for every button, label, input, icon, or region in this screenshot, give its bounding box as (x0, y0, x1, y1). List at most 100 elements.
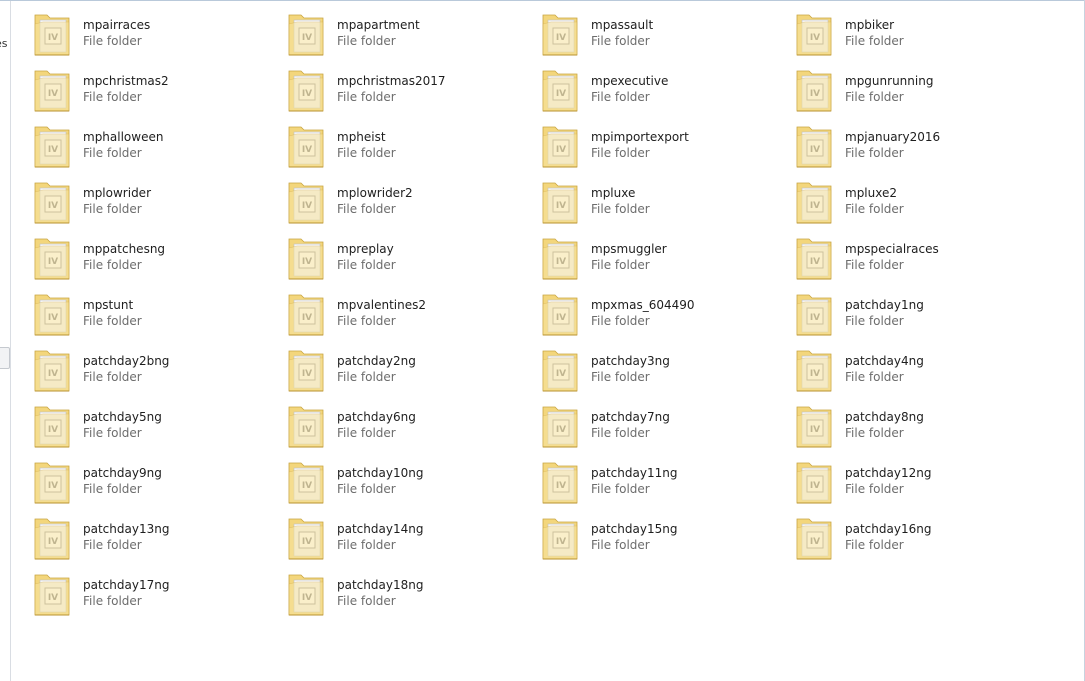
folder-type: File folder (83, 202, 142, 216)
folder-type: File folder (591, 482, 650, 496)
folder-name: mpchristmas2017 (337, 74, 446, 88)
folder-item-patchday7ng[interactable]: IV patchday7ng File folder (541, 400, 795, 456)
folder-item-patchday2ng[interactable]: IV patchday2ng File folder (287, 344, 541, 400)
folder-item-patchday2bng[interactable]: IV patchday2bng File folder (33, 344, 287, 400)
folder-name: mpreplay (337, 242, 394, 256)
folder-item-mpxmas_604490[interactable]: IV mpxmas_604490 File folder (541, 288, 795, 344)
folder-item-mpgunrunning[interactable]: IV mpgunrunning File folder (795, 64, 1049, 120)
folder-item-mpvalentines2[interactable]: IV mpvalentines2 File folder (287, 288, 541, 344)
folder-type: File folder (591, 426, 650, 440)
file-list-pane[interactable]: IV mpairraces File folder IV mpapartment… (11, 1, 1084, 681)
folder-name: patchday7ng (591, 410, 670, 424)
folder-icon: IV (288, 350, 324, 392)
folder-type: File folder (845, 34, 904, 48)
folder-name: patchday17ng (83, 578, 170, 592)
folder-icon: IV (34, 70, 70, 112)
folder-item-patchday6ng[interactable]: IV patchday6ng File folder (287, 400, 541, 456)
folder-item-mpsmuggler[interactable]: IV mpsmuggler File folder (541, 232, 795, 288)
folder-item-mplowrider[interactable]: IV mplowrider File folder (33, 176, 287, 232)
folder-item-mpairraces[interactable]: IV mpairraces File folder (33, 8, 287, 64)
folder-item-mphalloween[interactable]: IV mphalloween File folder (33, 120, 287, 176)
folder-item-patchday8ng[interactable]: IV patchday8ng File folder (795, 400, 1049, 456)
folder-name: mppatchesng (83, 242, 166, 256)
folder-icon: IV (288, 238, 324, 280)
folder-item-mpchristmas2017[interactable]: IV mpchristmas2017 File folder (287, 64, 541, 120)
folder-icon: IV (34, 406, 70, 448)
folder-item-patchday16ng[interactable]: IV patchday16ng File folder (795, 512, 1049, 568)
folder-item-patchday5ng[interactable]: IV patchday5ng File folder (33, 400, 287, 456)
folder-icon: IV (34, 350, 70, 392)
folder-item-mpstunt[interactable]: IV mpstunt File folder (33, 288, 287, 344)
folder-icon: IV (542, 238, 578, 280)
folder-name: patchday8ng (845, 410, 924, 424)
folder-type: File folder (83, 258, 142, 272)
folder-item-mpheist[interactable]: IV mpheist File folder (287, 120, 541, 176)
folder-type: File folder (83, 594, 142, 608)
folder-item-patchday3ng[interactable]: IV patchday3ng File folder (541, 344, 795, 400)
folder-name: patchday5ng (83, 410, 162, 424)
folder-item-patchday12ng[interactable]: IV patchday12ng File folder (795, 456, 1049, 512)
folder-name: patchday9ng (83, 466, 162, 480)
folder-name: mpspecialraces (845, 242, 939, 256)
folder-icon: IV (34, 14, 70, 56)
folder-icon: IV (796, 406, 832, 448)
folder-name: mpluxe2 (845, 186, 897, 200)
folder-item-mppatchesng[interactable]: IV mppatchesng File folder (33, 232, 287, 288)
folder-name: mpassault (591, 18, 654, 32)
folder-type: File folder (845, 370, 904, 384)
folder-icon: IV (542, 294, 578, 336)
folder-icon: IV (542, 70, 578, 112)
folder-type: File folder (337, 202, 396, 216)
folder-type: File folder (591, 538, 650, 552)
folder-item-patchday1ng[interactable]: IV patchday1ng File folder (795, 288, 1049, 344)
navigation-pane[interactable]: es (0, 1, 11, 681)
folder-item-mplowrider2[interactable]: IV mplowrider2 File folder (287, 176, 541, 232)
folder-item-mpchristmas2[interactable]: IV mpchristmas2 File folder (33, 64, 287, 120)
folder-item-patchday15ng[interactable]: IV patchday15ng File folder (541, 512, 795, 568)
folder-item-patchday11ng[interactable]: IV patchday11ng File folder (541, 456, 795, 512)
folder-item-patchday10ng[interactable]: IV patchday10ng File folder (287, 456, 541, 512)
folder-item-mpbiker[interactable]: IV mpbiker File folder (795, 8, 1049, 64)
folder-type: File folder (83, 146, 142, 160)
folder-type: File folder (591, 258, 650, 272)
folder-icon: IV (34, 518, 70, 560)
folder-item-mpapartment[interactable]: IV mpapartment File folder (287, 8, 541, 64)
folder-icon: IV (288, 70, 324, 112)
folder-item-mpimportexport[interactable]: IV mpimportexport File folder (541, 120, 795, 176)
folder-icon: IV (288, 574, 324, 616)
folder-icon: IV (542, 518, 578, 560)
folder-icon: IV (542, 406, 578, 448)
folder-name: mphalloween (83, 130, 164, 144)
folder-name: patchday12ng (845, 466, 932, 480)
folder-icon: IV (542, 126, 578, 168)
folder-icon: IV (288, 126, 324, 168)
folder-item-mpjanuary2016[interactable]: IV mpjanuary2016 File folder (795, 120, 1049, 176)
folder-item-mpexecutive[interactable]: IV mpexecutive File folder (541, 64, 795, 120)
folder-type: File folder (83, 90, 142, 104)
folder-item-mpassault[interactable]: IV mpassault File folder (541, 8, 795, 64)
folder-icon: IV (796, 294, 832, 336)
folder-name: patchday2ng (337, 354, 416, 368)
folder-type: File folder (845, 90, 904, 104)
folder-type: File folder (845, 482, 904, 496)
folder-type: File folder (83, 314, 142, 328)
folder-type: File folder (337, 370, 396, 384)
folder-name: mpbiker (845, 18, 895, 32)
folder-item-mpreplay[interactable]: IV mpreplay File folder (287, 232, 541, 288)
folder-item-mpluxe2[interactable]: IV mpluxe2 File folder (795, 176, 1049, 232)
nav-scrollbar-thumb[interactable] (0, 347, 10, 369)
folder-item-mpluxe[interactable]: IV mpluxe File folder (541, 176, 795, 232)
folder-item-mpspecialraces[interactable]: IV mpspecialraces File folder (795, 232, 1049, 288)
folder-item-patchday14ng[interactable]: IV patchday14ng File folder (287, 512, 541, 568)
folder-item-patchday9ng[interactable]: IV patchday9ng File folder (33, 456, 287, 512)
folder-icon: IV (796, 14, 832, 56)
folder-type: File folder (845, 258, 904, 272)
folder-item-patchday17ng[interactable]: IV patchday17ng File folder (33, 568, 287, 624)
folder-icon: IV (796, 350, 832, 392)
folder-type: File folder (591, 34, 650, 48)
folder-type: File folder (83, 34, 142, 48)
folder-item-patchday18ng[interactable]: IV patchday18ng File folder (287, 568, 541, 624)
folder-item-patchday4ng[interactable]: IV patchday4ng File folder (795, 344, 1049, 400)
nav-item-label[interactable]: es (0, 37, 8, 50)
folder-item-patchday13ng[interactable]: IV patchday13ng File folder (33, 512, 287, 568)
